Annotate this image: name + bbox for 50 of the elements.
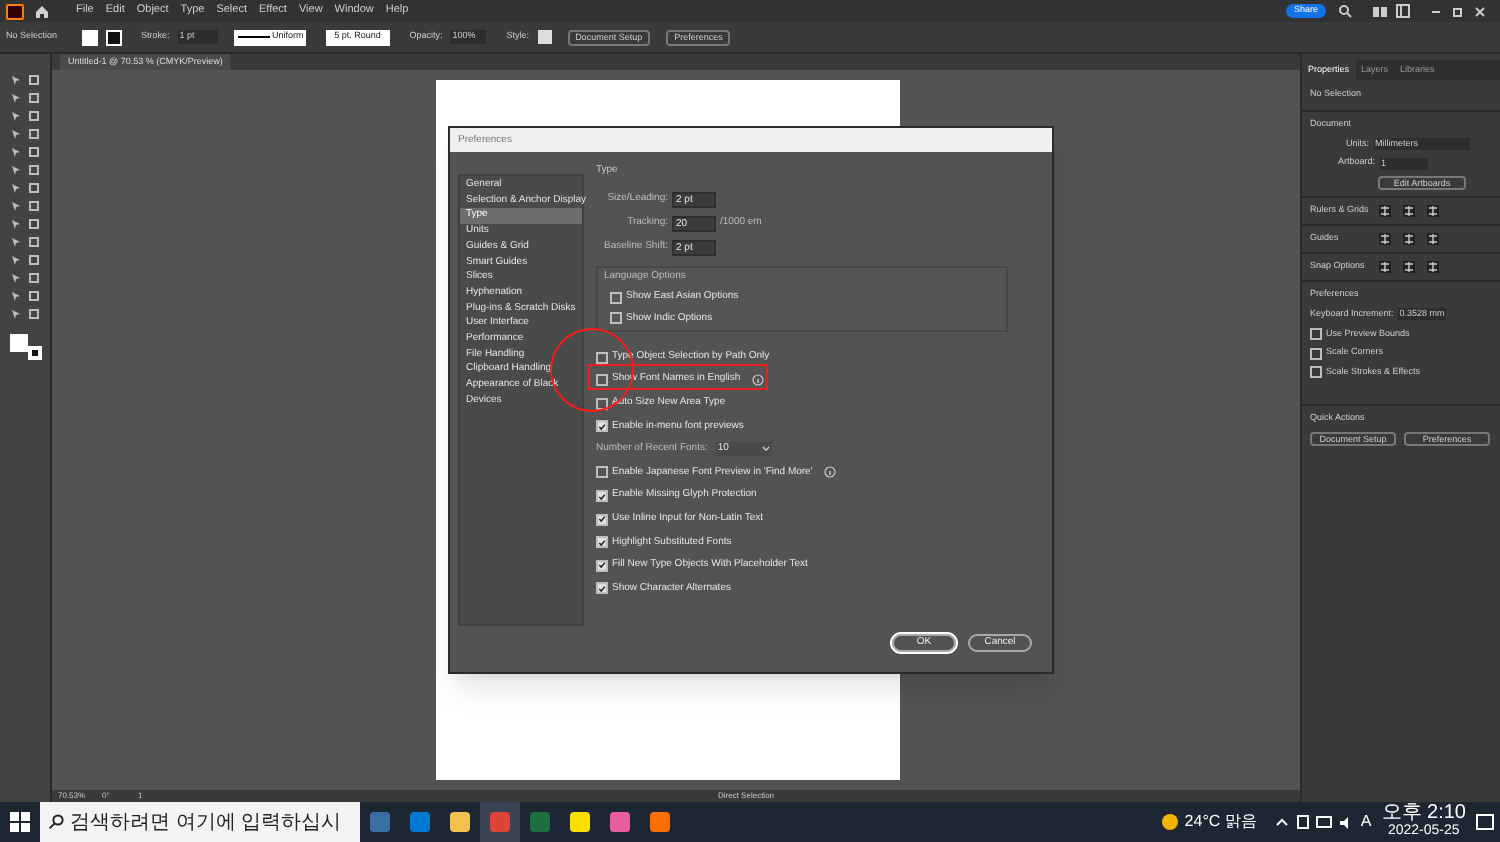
search-icon[interactable]: [48, 814, 64, 830]
checkbox[interactable]: [1310, 366, 1322, 379]
checkbox[interactable]: [596, 582, 608, 595]
checkbox[interactable]: [596, 374, 608, 387]
stroke-swatch[interactable]: [27, 346, 41, 360]
clock-time[interactable]: 오후 2:10: [1381, 804, 1466, 824]
checkbox[interactable]: [596, 490, 608, 503]
notification-icon[interactable]: [1476, 813, 1494, 831]
checkbox[interactable]: [610, 291, 622, 304]
weather-icon: [1162, 814, 1179, 830]
close-icon[interactable]: [1474, 5, 1486, 17]
info-icon[interactable]: [752, 374, 765, 387]
checkbox[interactable]: [596, 559, 608, 572]
align-icon[interactable]: [1378, 204, 1392, 218]
arrange-icon[interactable]: [1372, 5, 1388, 17]
input-indicator[interactable]: A: [1360, 810, 1372, 834]
minimize-icon[interactable]: [1430, 5, 1442, 17]
checkbox[interactable]: [596, 536, 608, 549]
app-logo-icon: [6, 3, 24, 19]
workspace-icon[interactable]: [1396, 4, 1410, 18]
align-icon[interactable]: [1426, 260, 1440, 274]
checkbox[interactable]: [596, 420, 608, 433]
restore-icon[interactable]: [1452, 5, 1464, 17]
fill-swatch[interactable]: [9, 334, 27, 352]
search-field[interactable]: 검색하려면 여기에 입력하십시: [40, 802, 360, 842]
tray-icon[interactable]: [1296, 814, 1311, 830]
align-icon[interactable]: [1426, 204, 1440, 218]
align-icon[interactable]: [1402, 204, 1416, 218]
checkbox[interactable]: [596, 351, 608, 363]
align-icon[interactable]: [1426, 232, 1440, 246]
search-icon[interactable]: [1338, 4, 1352, 18]
align-icon[interactable]: [1378, 232, 1392, 246]
checkbox[interactable]: [1310, 347, 1322, 360]
network-icon[interactable]: [1316, 815, 1333, 829]
checkbox[interactable]: [596, 513, 608, 526]
checkbox[interactable]: [1310, 327, 1322, 340]
align-icon[interactable]: [1402, 232, 1416, 246]
windows-start-icon[interactable]: [10, 812, 30, 832]
caret-icon[interactable]: [761, 446, 770, 453]
checkbox[interactable]: [596, 397, 608, 410]
align-icon[interactable]: [1378, 260, 1392, 274]
checkbox[interactable]: [610, 312, 622, 325]
align-icon[interactable]: [1402, 260, 1416, 274]
weather-label: 24°C 맑음: [1184, 810, 1257, 834]
home-icon[interactable]: [34, 3, 50, 19]
stroke-swatch[interactable]: [105, 29, 122, 45]
info-icon[interactable]: [824, 466, 837, 479]
style-swatch[interactable]: [537, 30, 552, 44]
checkbox[interactable]: [596, 466, 608, 479]
fill-swatch[interactable]: [81, 29, 98, 45]
